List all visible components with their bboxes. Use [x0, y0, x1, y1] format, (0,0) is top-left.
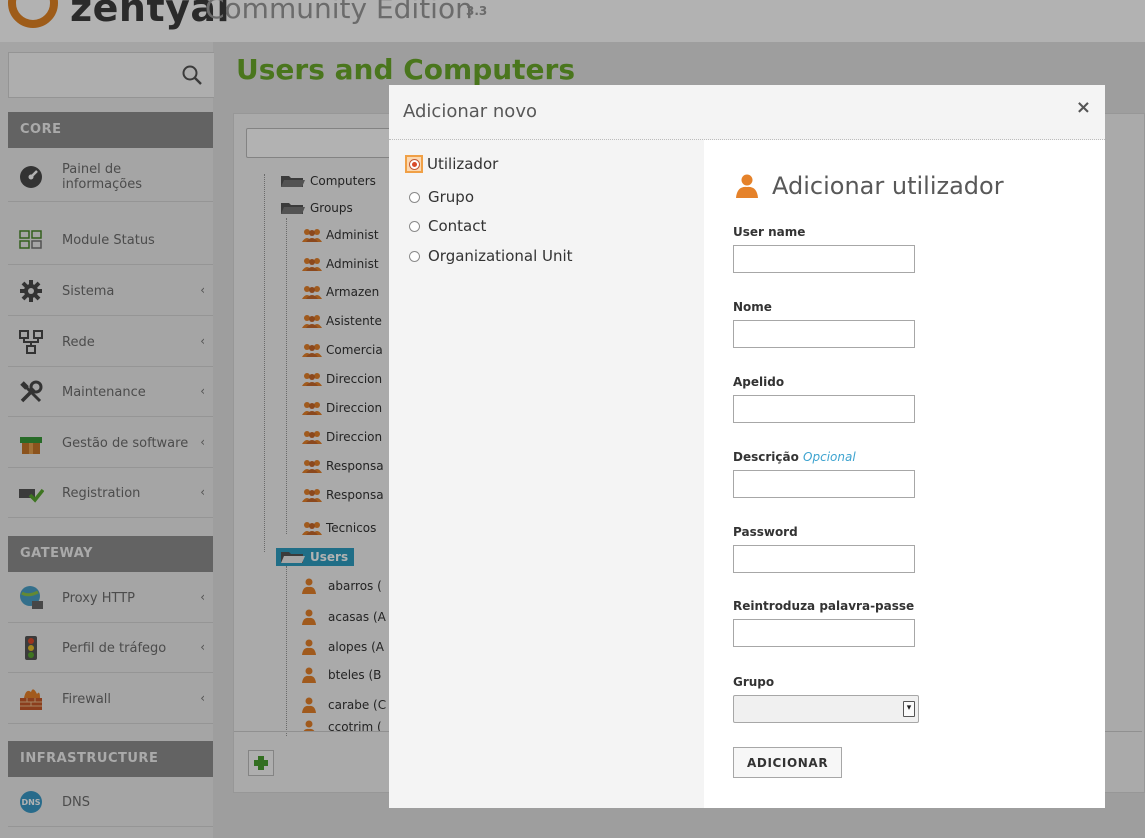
radio-utilizador[interactable]	[405, 155, 423, 173]
nome-label: Nome	[733, 300, 772, 314]
repeat-password-input[interactable]	[733, 619, 915, 647]
add-user-form: Adicionar utilizador User name Nome Apel…	[704, 140, 1105, 808]
adicionar-button[interactable]: ADICIONAR	[733, 747, 843, 778]
option-grupo[interactable]: Grupo	[409, 187, 474, 207]
descricao-input[interactable]	[733, 470, 915, 498]
user-icon	[736, 174, 758, 198]
option-label: Utilizador	[427, 155, 499, 173]
apelido-label: Apelido	[733, 375, 785, 389]
dialog-title: Adicionar novo	[403, 101, 537, 122]
radio-dot-icon	[408, 158, 420, 170]
option-label: Contact	[428, 217, 487, 235]
form-heading-label: Adicionar utilizador	[772, 172, 1004, 200]
descricao-label: Descrição Opcional	[733, 450, 856, 464]
close-icon[interactable]: ×	[1076, 97, 1091, 118]
grupo-label: Grupo	[733, 675, 775, 689]
radio-contact[interactable]	[409, 220, 420, 232]
option-label: Grupo	[428, 188, 474, 206]
nome-input[interactable]	[733, 320, 915, 348]
user-name-label: User name	[733, 225, 806, 239]
radio-organizational-unit[interactable]	[409, 250, 420, 262]
option-utilizador[interactable]: Utilizador	[405, 154, 499, 174]
option-label: Organizational Unit	[428, 247, 573, 265]
dropdown-arrow-icon[interactable]: ▾	[903, 701, 915, 717]
repeat-password-label: Reintroduza palavra-passe	[733, 599, 915, 613]
grupo-select[interactable]: ▾	[733, 695, 919, 723]
password-input[interactable]	[733, 545, 915, 573]
option-contact[interactable]: Contact	[409, 216, 486, 236]
apelido-input[interactable]	[733, 395, 915, 423]
optional-tag: Opcional	[803, 450, 856, 464]
add-new-dialog: Adicionar novo × Utilizador Grupo Contac…	[389, 85, 1105, 808]
descricao-label-text: Descrição	[733, 450, 799, 464]
password-label: Password	[733, 525, 798, 539]
radio-grupo[interactable]	[409, 191, 420, 203]
form-heading: Adicionar utilizador	[736, 172, 1004, 200]
option-organizational-unit[interactable]: Organizational Unit	[409, 246, 573, 266]
user-name-input[interactable]	[733, 245, 915, 273]
